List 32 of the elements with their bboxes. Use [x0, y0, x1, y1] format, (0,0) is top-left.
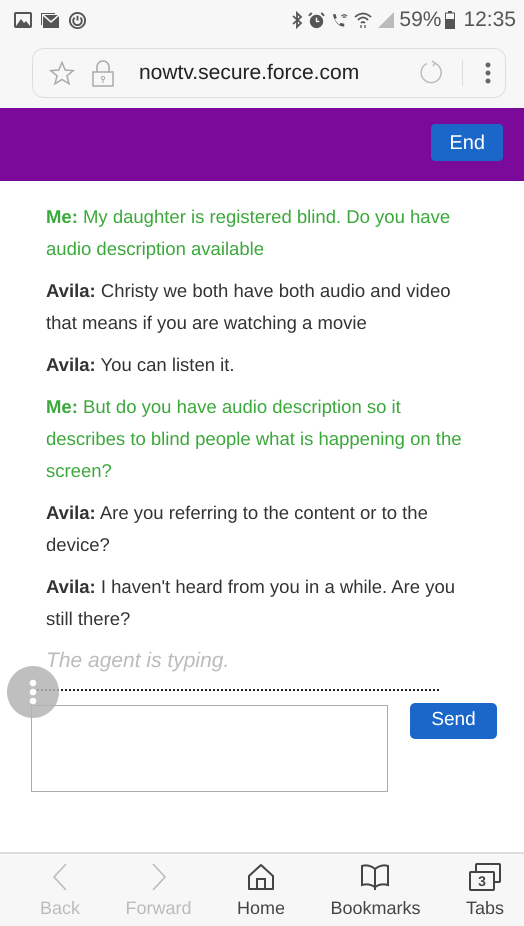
message-input[interactable]: [31, 704, 388, 792]
end-button[interactable]: End: [431, 124, 503, 161]
home-icon: [246, 862, 275, 890]
chat-message: Avila: You can listen it.: [46, 353, 236, 377]
chat-message: Me: My daughter is registered blind. Do you have audio description available: [46, 205, 452, 261]
power-icon: [68, 10, 87, 30]
bookmarks-nav-button[interactable]: Bookmarks: [330, 858, 420, 922]
reload-icon[interactable]: [418, 60, 444, 86]
floating-menu-button[interactable]: [7, 666, 59, 718]
clock-time: 12:35: [463, 7, 516, 34]
email-icon: [40, 12, 60, 28]
chat-message: Me: But do you have audio description so it describes to blind people what is happening on the screen?: [46, 395, 463, 483]
chat-message: Avila: Christy we both have both audio and video that means if you are watching a movie: [46, 279, 452, 335]
send-button[interactable]: Send: [410, 702, 497, 738]
alarm-icon: [307, 10, 326, 30]
star-icon[interactable]: [49, 60, 75, 86]
home-nav-button[interactable]: Home: [236, 858, 285, 922]
chat-message: Avila: I haven't heard from you in a while. Are you still there?: [46, 575, 456, 631]
open-book-icon: [360, 862, 390, 890]
picture-icon: [14, 12, 32, 28]
wifi-call-icon: [330, 11, 350, 29]
tabs-nav-button[interactable]: 3 Tabs: [466, 858, 504, 922]
signal-icon: [377, 11, 396, 29]
chat-message: Avila: Are you referring to the content or to the device?: [46, 501, 429, 557]
battery-icon: [445, 11, 456, 29]
typing-indicator: The agent is typing.: [46, 648, 230, 674]
more-vertical-icon: [29, 679, 37, 705]
more-menu-icon[interactable]: [485, 62, 491, 84]
lock-icon: [91, 60, 115, 86]
wifi-icon: [353, 11, 374, 29]
battery-percentage: 59%: [399, 7, 442, 34]
bluetooth-icon: [291, 11, 304, 29]
